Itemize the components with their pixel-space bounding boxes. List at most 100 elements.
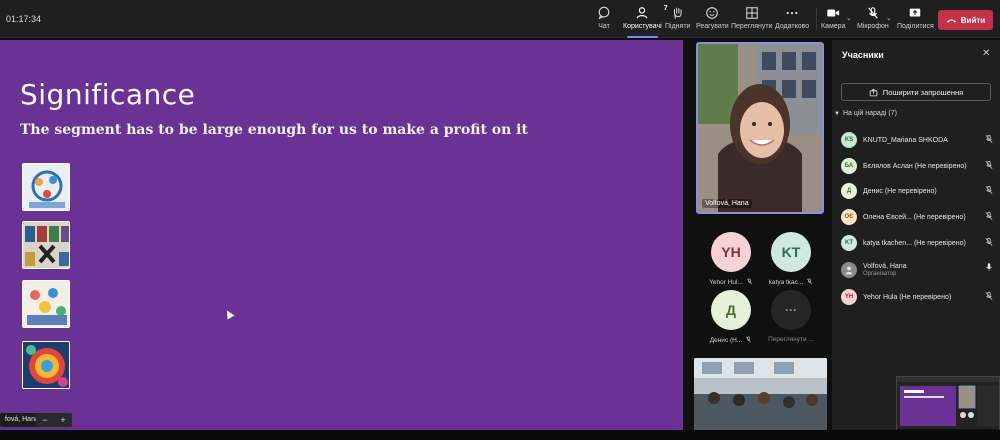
- slide-title: Significance: [20, 78, 196, 111]
- avatar: YH: [711, 232, 751, 272]
- participants-panel: Учасники ✕ Поширити запрошення ▼ На цій …: [832, 40, 1000, 430]
- meeting-timer: 01:17:34: [6, 14, 42, 24]
- tile-name: katya tkac...: [768, 279, 804, 286]
- participant-name: Volfová, Hana: [863, 263, 907, 270]
- more-icon: ···: [771, 290, 811, 330]
- in-meeting-section[interactable]: ▼ На цій нараді (7): [834, 110, 897, 117]
- slide-subtitle: The segment has to be large enough for u…: [20, 122, 528, 138]
- leave-label: Вийти: [960, 15, 986, 25]
- pip-preview-feed: [897, 377, 999, 433]
- participant-role: Організатор: [863, 271, 897, 277]
- mic-off-icon: [985, 237, 993, 247]
- tile-name: Yehor Hul...: [709, 279, 743, 286]
- mic-off-icon: [985, 160, 993, 170]
- mic-off-icon: [985, 211, 993, 221]
- participant-row[interactable]: Д Денис (Не перевірено): [841, 181, 996, 201]
- slide-image-2: [22, 221, 70, 269]
- speaker-name: Volfová, Hana: [702, 199, 752, 208]
- participant-name: Денис (Не перевірено): [863, 187, 937, 195]
- apps-label: Додатково: [775, 23, 810, 30]
- raise-label: Підняти: [665, 23, 691, 30]
- avatar: Д: [841, 183, 857, 199]
- participant-row[interactable]: KS KNUTD_Mariana SHKODA: [841, 130, 996, 150]
- view-more-tile[interactable]: ··· Переглянути ...: [762, 290, 820, 352]
- slide-image-4: [22, 341, 70, 389]
- raise-hand-button[interactable]: Підняти: [665, 6, 690, 34]
- people-label: Користувачі: [623, 23, 662, 30]
- mic-button[interactable]: Мікрофон: [857, 6, 889, 34]
- avatar: YH: [841, 289, 857, 305]
- avatar: Д: [711, 290, 751, 330]
- mouse-cursor-icon: [223, 308, 235, 320]
- react-label: Реагувати: [696, 23, 729, 30]
- tile-name: Денис (Н...: [709, 337, 743, 344]
- participant-row[interactable]: YH Yehor Hula (Не перевірено): [841, 287, 996, 307]
- panel-title: Учасники: [842, 50, 884, 60]
- mic-off-icon: [985, 291, 993, 301]
- participant-name: katya tkachen... (Не перевірено): [863, 239, 966, 247]
- mic-icon: [986, 263, 992, 271]
- avatar: ОЄ: [841, 209, 857, 225]
- participant-name: Yehor Hula (Не перевірено): [863, 293, 952, 301]
- picture-in-picture-preview[interactable]: [896, 376, 1000, 434]
- meeting-toolbar: 01:17:34 Чат 7 Користувачі Підняти Реагу…: [0, 0, 1000, 38]
- close-icon[interactable]: ✕: [982, 48, 990, 59]
- video-tile-kt[interactable]: KT katya tkac...: [762, 232, 820, 294]
- more-icon: [786, 11, 798, 15]
- toolbar-divider: [816, 8, 817, 30]
- more-apps-button[interactable]: Додатково: [775, 6, 809, 34]
- camera-options-chevron-icon[interactable]: ⌄: [846, 14, 852, 22]
- people-button[interactable]: 7 Користувачі: [623, 5, 668, 38]
- avatar: KS: [841, 132, 857, 148]
- avatar: KT: [841, 235, 857, 251]
- leave-button[interactable]: Вийти: [938, 10, 993, 30]
- mic-label: Мікрофон: [857, 23, 889, 30]
- chat-button[interactable]: Чат: [597, 6, 611, 34]
- share-invite-label: Поширити запрошення: [882, 87, 964, 97]
- zoom-in-button[interactable]: +: [60, 415, 65, 425]
- participant-row-organizer[interactable]: Volfová, Hana Організатор: [841, 258, 996, 282]
- camera-icon: [827, 9, 840, 17]
- participant-row[interactable]: ОЄ Олена Євсей... (Не перевірено): [841, 207, 996, 227]
- video-tile-d[interactable]: Д Денис (Н...: [702, 290, 760, 352]
- camera-button[interactable]: Камера: [821, 6, 845, 34]
- share-link-icon: [869, 88, 878, 96]
- share-screen-button[interactable]: Поділитися: [897, 6, 934, 34]
- speaker-video-feed: [698, 44, 822, 212]
- mic-off-icon: [868, 7, 878, 19]
- mic-off-icon: [806, 278, 813, 287]
- room-video[interactable]: [694, 358, 827, 430]
- mic-options-chevron-icon[interactable]: ⌄: [886, 14, 892, 22]
- zoom-out-button[interactable]: −: [42, 415, 47, 425]
- phone-hangup-icon: [946, 18, 957, 23]
- view-button[interactable]: Переглянути: [731, 6, 772, 34]
- smiley-icon: [706, 7, 719, 19]
- room-video-feed: [694, 358, 827, 430]
- video-tile-yh[interactable]: YH Yehor Hul...: [702, 232, 760, 294]
- tile-name: Переглянути ...: [768, 336, 814, 343]
- view-label: Переглянути: [731, 23, 773, 30]
- people-icon: [636, 7, 648, 19]
- participant-name: Бєлялов Аслан (Не перевірено): [863, 162, 967, 170]
- participant-name: Олена Євсей... (Не перевірено): [863, 213, 966, 221]
- taskbar-strip: [0, 430, 1000, 440]
- mic-off-icon: [745, 336, 752, 345]
- avatar: KT: [771, 232, 811, 272]
- chat-icon: [598, 6, 610, 20]
- slide-image-1: [22, 163, 70, 211]
- participant-row[interactable]: KT katya tkachen... (Не перевірено): [841, 233, 996, 253]
- participant-row[interactable]: БА Бєлялов Аслан (Не перевірено): [841, 156, 996, 176]
- react-button[interactable]: Реагувати: [696, 6, 729, 34]
- mic-off-icon: [985, 134, 993, 144]
- grid-icon: [745, 7, 758, 19]
- share-icon: [910, 8, 921, 17]
- avatar: БА: [841, 158, 857, 174]
- camera-label: Камера: [821, 23, 846, 30]
- chat-label: Чат: [598, 23, 610, 30]
- share-label: Поділитися: [897, 23, 934, 30]
- person-icon: [841, 262, 857, 278]
- slide-zoom-controls: − +: [36, 413, 72, 427]
- speaker-video[interactable]: Volfová, Hana: [696, 42, 824, 214]
- section-label: На цій нараді (7): [842, 110, 897, 117]
- share-invite-button[interactable]: Поширити запрошення: [841, 83, 991, 101]
